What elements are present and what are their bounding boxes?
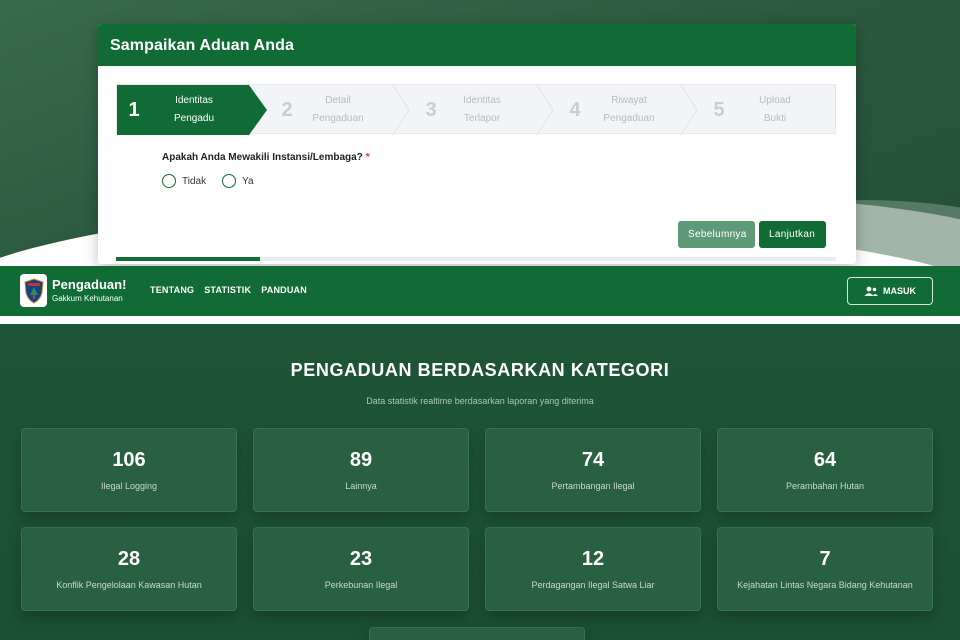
nav-link-panduan[interactable]: PANDUAN [261, 285, 307, 295]
login-button[interactable]: MASUK [847, 277, 933, 305]
stat-card: 64 Perambahan Hutan [717, 428, 933, 512]
step-5[interactable]: 5 Upload Bukti [701, 85, 813, 135]
nav-link-tentang[interactable]: TENTANG [150, 285, 194, 295]
stat-label: Perkebunan Ilegal [324, 580, 398, 590]
step-number: 1 [128, 98, 140, 121]
stat-value: 7 [819, 548, 831, 570]
step-label: Identitas Pengadu [173, 95, 215, 124]
stat-card: 28 Konflik Pengelolaan Kawasan Hutan [21, 527, 237, 611]
nav-link-statistik[interactable]: STATISTIK [204, 285, 251, 295]
login-label: MASUK [883, 286, 916, 296]
step-label: Riwayat Pengaduan [603, 95, 655, 124]
form-stepper: 1 Identitas Pengadu 2 Detail Pengaduan 3… [116, 84, 836, 135]
stat-label: Pertambangan Ilegal [551, 481, 635, 491]
navbar: Pengaduan! Gakkum Kehutanan TENTANG STAT… [0, 266, 960, 316]
stat-value: 106 [112, 449, 146, 471]
stat-card: 23 Perkebunan Ilegal [253, 527, 469, 611]
step-number: 3 [425, 98, 437, 121]
radio-label-tidak: Tidak [182, 175, 207, 187]
step-number: 2 [281, 98, 293, 121]
users-icon [864, 286, 878, 296]
nav-links: TENTANG STATISTIK PANDUAN [150, 285, 307, 295]
stat-label: Lainnya [345, 481, 377, 491]
next-button[interactable]: Lanjutkan [759, 221, 826, 248]
stat-card: 12 Perdagangan Ilegal Satwa Liar [485, 527, 701, 611]
shield-logo-icon [23, 277, 44, 304]
brand-subtitle: Gakkum Kehutanan [52, 294, 123, 303]
step-separator [536, 85, 554, 135]
hero-section: Sampaikan Aduan Anda 1 Identitas Pengadu… [0, 0, 960, 268]
representation-radio-group: Tidak Ya [162, 174, 270, 188]
brand-title: Pengaduan! [52, 277, 127, 292]
brand[interactable]: Pengaduan! Gakkum Kehutanan [52, 277, 126, 303]
radio-label-ya: Ya [242, 175, 254, 187]
step-label: Upload Bukti [759, 95, 791, 124]
question-label: Apakah Anda Mewakili Instansi/Lembaga? * [162, 152, 370, 163]
previous-button[interactable]: Sebelumnya [678, 221, 755, 248]
step-label: Identitas Terlapor [463, 95, 501, 124]
complaint-form-card: Sampaikan Aduan Anda 1 Identitas Pengadu… [98, 24, 856, 264]
stat-card: 7 Kejahatan Lintas Negara Bidang Kehutan… [717, 527, 933, 611]
stat-label: Perambahan Hutan [785, 481, 865, 491]
stat-value: 12 [581, 548, 605, 570]
step-4[interactable]: 4 Riwayat Pengaduan [557, 85, 665, 135]
stat-value: 89 [349, 449, 373, 471]
form-title: Sampaikan Aduan Anda [98, 24, 856, 66]
step-number: 5 [713, 98, 725, 121]
radio-ya[interactable] [222, 174, 237, 188]
progress-bar [116, 257, 260, 261]
stat-value: 64 [813, 449, 837, 471]
stat-card: 74 Pertambangan Ilegal [485, 428, 701, 512]
step-number: 4 [569, 98, 581, 121]
stat-value: 28 [117, 548, 141, 570]
step-2[interactable]: 2 Detail Pengaduan [267, 85, 369, 135]
required-mark: * [365, 152, 370, 163]
stat-value: 74 [581, 449, 605, 471]
step-label: Detail Pengaduan [312, 95, 364, 124]
step-3[interactable]: 3 Identitas Terlapor [413, 85, 515, 135]
radio-tidak[interactable] [162, 174, 176, 188]
stat-card [369, 627, 585, 640]
step-separator [392, 85, 410, 135]
stats-section: PENGADUAN BERDASARKAN KATEGORI Data stat… [0, 324, 960, 640]
stat-label: Kejahatan Lintas Negara Bidang Kehutanan [737, 580, 913, 590]
stat-label: Ilegal Logging [100, 481, 158, 491]
stat-label: Perdagangan Ilegal Satwa Liar [531, 580, 655, 590]
stat-card: 106 Ilegal Logging [21, 428, 237, 512]
navbar-divider [0, 316, 960, 324]
step-1[interactable]: 1 Identitas Pengadu [117, 85, 267, 135]
stats-subtitle: Data statistik realtime berdasarkan lapo… [366, 396, 594, 406]
stat-value: 23 [349, 548, 373, 570]
stat-card: 89 Lainnya [253, 428, 469, 512]
stats-title: PENGADUAN BERDASARKAN KATEGORI [290, 360, 670, 380]
step-separator [680, 85, 698, 135]
logo[interactable] [20, 274, 47, 307]
stat-label: Konflik Pengelolaan Kawasan Hutan [56, 580, 202, 590]
